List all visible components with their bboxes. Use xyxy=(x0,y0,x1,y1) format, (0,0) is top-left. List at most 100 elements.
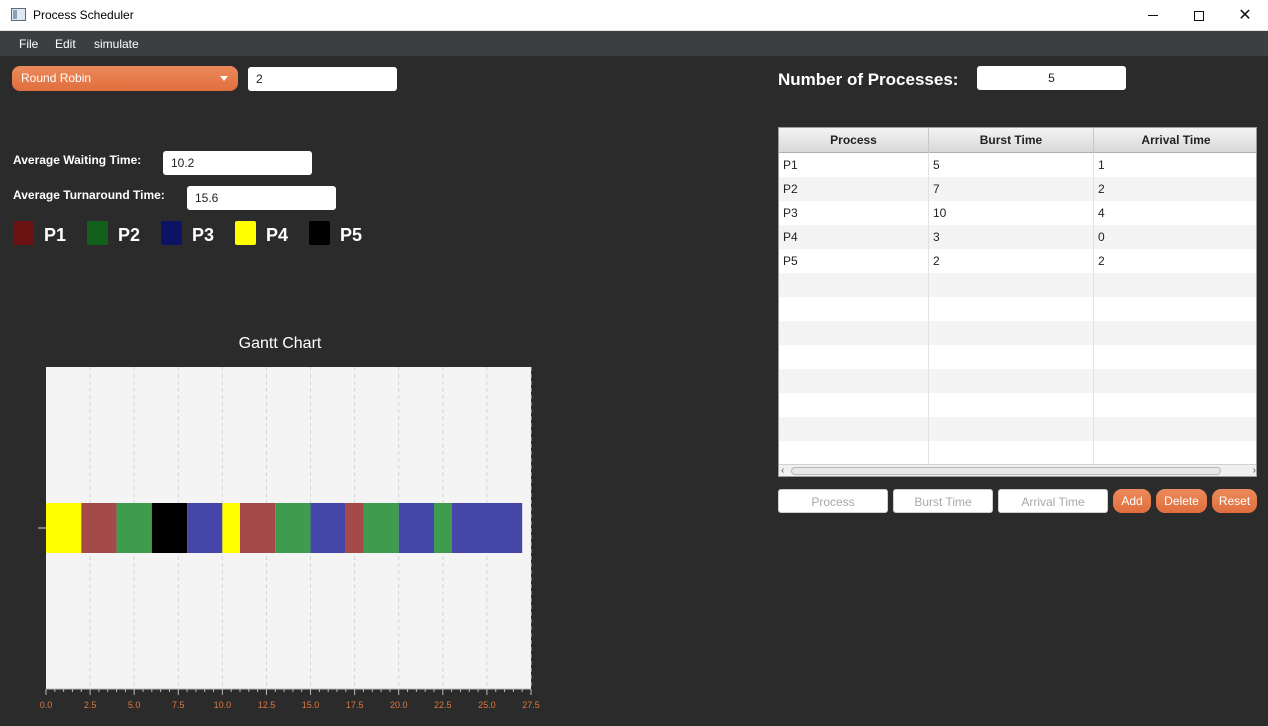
table-cell xyxy=(929,441,1094,465)
table-cell xyxy=(779,441,929,465)
table-cell xyxy=(779,297,929,321)
table-row[interactable] xyxy=(779,345,1256,369)
add-button[interactable]: Add xyxy=(1113,489,1151,513)
menu-bar: File Edit simulate xyxy=(0,31,1268,56)
table-row[interactable] xyxy=(779,441,1256,465)
window-title: Process Scheduler xyxy=(33,8,134,22)
x-tick-label: 17.5 xyxy=(346,700,364,710)
x-tick-label: 5.0 xyxy=(128,700,141,710)
maximize-button[interactable] xyxy=(1176,0,1222,31)
arrival-time-input[interactable]: Arrival Time xyxy=(998,489,1108,513)
table-cell xyxy=(929,297,1094,321)
table-row[interactable]: P5 2 2 xyxy=(779,249,1256,273)
table-cell: 3 xyxy=(929,225,1094,249)
gantt-segment-p3[interactable] xyxy=(398,503,434,553)
table-row[interactable] xyxy=(779,417,1256,441)
legend-swatch xyxy=(13,221,34,245)
scroll-right-icon[interactable]: › xyxy=(1253,465,1256,476)
menu-simulate[interactable]: simulate xyxy=(94,37,139,51)
minimize-button[interactable] xyxy=(1130,0,1176,31)
gantt-segment-p4[interactable] xyxy=(46,503,82,553)
quantum-input[interactable]: 2 xyxy=(248,67,397,91)
x-tick-label: 0.0 xyxy=(40,700,53,710)
table-row[interactable] xyxy=(779,369,1256,393)
table-row[interactable]: P2 7 2 xyxy=(779,177,1256,201)
column-header-arrival-time[interactable]: Arrival Time xyxy=(1094,128,1256,153)
legend-swatch xyxy=(87,221,108,245)
avg-waiting-field[interactable]: 10.2 xyxy=(163,151,312,175)
table-row[interactable] xyxy=(779,321,1256,345)
table-cell: 0 xyxy=(1094,225,1256,249)
table-row[interactable]: P1 5 1 xyxy=(779,153,1256,177)
menu-file[interactable]: File xyxy=(19,37,38,51)
table-cell xyxy=(1094,273,1256,297)
table-cell xyxy=(929,273,1094,297)
scroll-left-icon[interactable]: ‹ xyxy=(781,465,784,476)
chevron-down-icon xyxy=(220,76,228,81)
gantt-segment-p1[interactable] xyxy=(240,503,276,553)
process-count-field[interactable]: 5 xyxy=(977,66,1126,90)
x-tick-label: 20.0 xyxy=(390,700,408,710)
column-header-process[interactable]: Process xyxy=(779,128,929,153)
chart-title: Gantt Chart xyxy=(238,335,322,352)
delete-button[interactable]: Delete xyxy=(1156,489,1207,513)
avg-waiting-label: Average Waiting Time: xyxy=(13,153,142,167)
gantt-segment-p2[interactable] xyxy=(116,503,152,553)
menu-edit[interactable]: Edit xyxy=(55,37,76,51)
gantt-segment-p2[interactable] xyxy=(434,503,452,553)
table-cell: P3 xyxy=(779,201,929,225)
table-cell: P5 xyxy=(779,249,929,273)
table-row[interactable]: P4 3 0 xyxy=(779,225,1256,249)
process-count-label: Number of Processes: xyxy=(778,70,959,89)
table-cell xyxy=(929,345,1094,369)
reset-button[interactable]: Reset xyxy=(1212,489,1257,513)
table-cell: 2 xyxy=(1094,249,1256,273)
legend-swatch xyxy=(161,221,182,245)
algorithm-select-value: Round Robin xyxy=(21,71,92,85)
table-cell xyxy=(779,369,929,393)
avg-turnaround-field[interactable]: 15.6 xyxy=(187,186,336,210)
gantt-segment-p1[interactable] xyxy=(345,503,364,553)
legend-swatch xyxy=(235,221,256,245)
table-cell: 2 xyxy=(1094,177,1256,201)
gantt-segment-p3[interactable] xyxy=(310,503,346,553)
legend-label: P5 xyxy=(340,225,363,245)
gantt-segment-p3[interactable] xyxy=(451,503,523,553)
x-tick-label: 10.0 xyxy=(214,700,232,710)
burst-time-input[interactable]: Burst Time xyxy=(893,489,993,513)
gantt-segment-p3[interactable] xyxy=(187,503,223,553)
minimize-icon xyxy=(1148,15,1158,16)
algorithm-select[interactable]: Round Robin xyxy=(12,66,238,91)
process-input[interactable]: Process xyxy=(778,489,888,513)
x-tick-label: 25.0 xyxy=(478,700,496,710)
table-cell xyxy=(1094,393,1256,417)
scrollbar-thumb[interactable] xyxy=(791,467,1221,475)
process-table: Process Burst Time Arrival Time P1 5 1 P2 7 2… xyxy=(778,127,1257,477)
table-cell xyxy=(1094,321,1256,345)
close-button[interactable]: ✕ xyxy=(1222,0,1268,31)
close-icon: ✕ xyxy=(1238,6,1252,24)
table-row[interactable] xyxy=(779,273,1256,297)
table-row[interactable] xyxy=(779,393,1256,417)
table-cell: 2 xyxy=(929,249,1094,273)
table-cell: 7 xyxy=(929,177,1094,201)
gantt-segment-p2[interactable] xyxy=(275,503,311,553)
gantt-segment-p5[interactable] xyxy=(151,503,188,553)
table-row[interactable] xyxy=(779,297,1256,321)
legend-label: P3 xyxy=(192,225,215,245)
horizontal-scrollbar[interactable]: ‹ › xyxy=(779,464,1256,476)
title-bar: Process Scheduler ✕ xyxy=(0,0,1268,31)
x-tick-label: 7.5 xyxy=(172,700,185,710)
table-cell xyxy=(929,393,1094,417)
table-cell: 1 xyxy=(1094,153,1256,177)
gantt-segment-p2[interactable] xyxy=(363,503,399,553)
x-tick-label: 15.0 xyxy=(302,700,320,710)
gantt-segment-p4[interactable] xyxy=(222,503,240,553)
x-tick-label: 27.5 xyxy=(522,700,540,710)
table-row[interactable]: P3 10 4 xyxy=(779,201,1256,225)
gantt-chart: 0.0 2.5 5.0 7.5 10.0 12.5 15.0 17.5 20.0 22.5 25.0… xyxy=(38,367,540,710)
table-cell xyxy=(1094,441,1256,465)
gantt-segment-p1[interactable] xyxy=(81,503,117,553)
column-header-burst-time[interactable]: Burst Time xyxy=(929,128,1094,153)
table-cell xyxy=(929,369,1094,393)
